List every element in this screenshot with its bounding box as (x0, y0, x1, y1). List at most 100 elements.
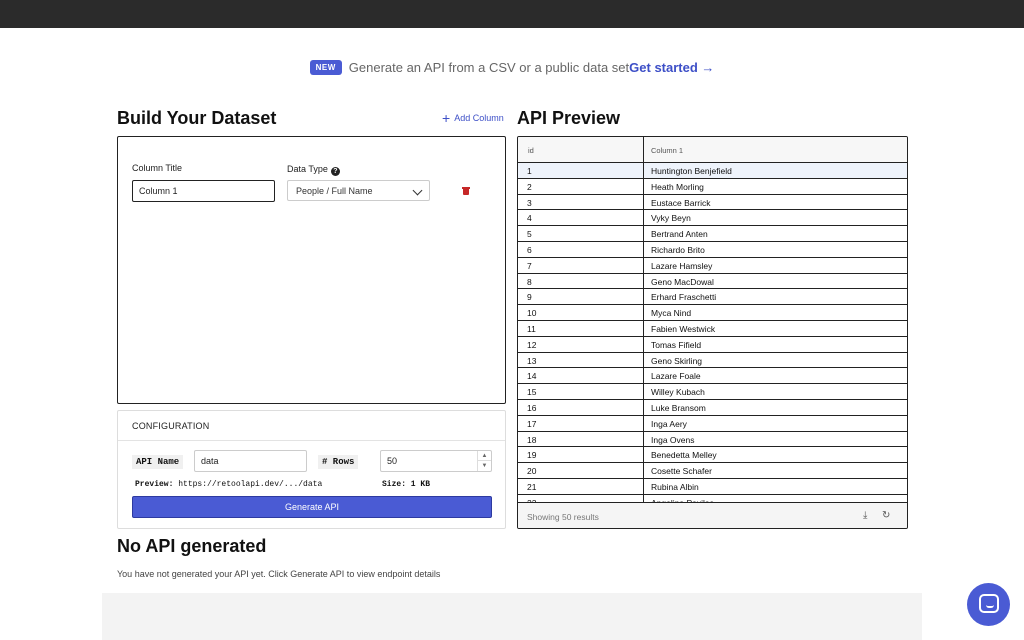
announcement-banner: NEW Generate an API from a CSV or a publ… (0, 59, 1024, 75)
table-row[interactable]: 15 Willey Kubach (518, 384, 907, 400)
table-row[interactable]: 20 Cosette Schafer (518, 463, 907, 479)
cell-column-1: Willey Kubach (651, 387, 705, 398)
cell-id: 16 (527, 402, 537, 413)
cell-id: 3 (527, 197, 532, 208)
chevron-down-icon (412, 185, 423, 196)
cell-column-1: Luke Bransom (651, 402, 706, 413)
plus-icon: + (442, 109, 451, 126)
table-row[interactable]: 17 Inga Aery (518, 416, 907, 432)
cell-id: 6 (527, 244, 532, 255)
banner-text: Generate an API from a CSV or a public d… (348, 59, 630, 75)
cell-column-1: Bertrand Anten (651, 229, 708, 240)
preview-url: https://retoolapi.dev/.../data (178, 480, 323, 489)
table-row[interactable]: 8 Geno MacDowal (518, 274, 907, 290)
data-type-value: People / Full Name (296, 185, 373, 196)
column-title-label: Column Title (132, 163, 183, 173)
endpoint-details-area (102, 593, 922, 640)
table-row[interactable]: 19 Benedetta Melley (518, 447, 907, 464)
table-row[interactable]: 5 Bertrand Anten (518, 226, 907, 242)
cell-id: 11 (527, 323, 536, 334)
new-badge: NEW (309, 59, 342, 75)
preview-label: Preview: (135, 480, 174, 489)
rows-input[interactable]: 50 ▲ ▼ (380, 450, 492, 472)
cell-column-1: Rubina Albin (651, 481, 699, 492)
table-row[interactable]: 11 Fabien Westwick (518, 321, 907, 337)
column-header-id[interactable]: id (528, 146, 534, 155)
cell-column-1: Heath Morling (651, 181, 704, 192)
api-preview-table: id Column 1 1 Huntington Benjefield 2 Heath… (517, 136, 908, 529)
status-subtitle: You have not generated your API yet. Cli… (117, 569, 441, 579)
download-icon[interactable]: ⤓ (863, 510, 867, 521)
preview-url-line: Preview: https://retoolapi.dev/.../data (135, 480, 322, 489)
cell-id: 19 (527, 450, 537, 461)
cell-id: 8 (527, 276, 532, 287)
cell-column-1: Geno Skirling (651, 355, 703, 366)
column-divider (643, 137, 644, 503)
generate-api-button[interactable]: Generate API (132, 496, 492, 518)
table-row[interactable]: 10 Myca Nind (518, 305, 907, 321)
data-type-select[interactable]: People / Full Name (287, 180, 430, 201)
cell-id: 5 (527, 229, 532, 240)
cell-column-1: Myca Nind (651, 308, 692, 319)
add-column-button[interactable]: + Add Column (442, 109, 504, 126)
add-column-label: Add Column (454, 113, 504, 123)
results-count: Showing 50 results (527, 512, 599, 522)
table-row[interactable]: 18 Inga Ovens (518, 432, 907, 448)
table-row[interactable]: 1 Huntington Benjefield (518, 163, 907, 179)
chat-launcher-button[interactable] (967, 583, 1010, 626)
delete-column-icon[interactable] (462, 186, 470, 195)
cell-column-1: Richardo Brito (651, 244, 705, 255)
cell-id: 21 (527, 481, 537, 492)
column-header-column-1[interactable]: Column 1 (651, 146, 683, 155)
table-row[interactable]: 7 Lazare Hamsley (518, 258, 907, 274)
divider (118, 440, 505, 441)
cell-column-1: Eustace Barrick (651, 197, 711, 208)
rows-label: # Rows (318, 455, 359, 469)
rows-stepper[interactable]: ▲ ▼ (477, 451, 491, 471)
api-name-input[interactable]: data (194, 450, 307, 472)
cell-column-1: Tomas Fifield (651, 339, 702, 350)
data-type-label: Data Type (287, 164, 328, 174)
size-label: Size: 1 KB (382, 480, 431, 489)
column-title-input[interactable]: Column 1 (132, 180, 275, 202)
chat-icon (979, 594, 999, 613)
cell-id: 2 (527, 181, 532, 192)
table-row[interactable]: 9 Erhard Fraschetti (518, 289, 907, 306)
help-icon[interactable]: ? (330, 167, 340, 176)
status-title: No API generated (117, 536, 267, 556)
table-row[interactable]: 2 Heath Morling (518, 179, 907, 195)
cell-id: 15 (527, 387, 537, 398)
cell-column-1: Geno MacDowal (651, 276, 714, 287)
table-row[interactable]: 13 Geno Skirling (518, 353, 907, 369)
cell-id: 9 (527, 292, 532, 303)
cell-id: 1 (527, 166, 532, 176)
table-header: id Column 1 (518, 137, 907, 163)
cell-id: 4 (527, 213, 532, 224)
cell-column-1: Inga Ovens (651, 434, 695, 445)
cell-column-1: Lazare Hamsley (651, 260, 713, 271)
cell-id: 12 (527, 339, 537, 350)
rows-value: 50 (387, 456, 398, 466)
top-bar (0, 0, 1024, 28)
table-row[interactable]: 22Angelina Pavilas (518, 495, 907, 502)
table-row[interactable]: 21 Rubina Albin (518, 479, 907, 495)
table-row[interactable]: 3 Eustace Barrick (518, 195, 907, 211)
get-started-link[interactable]: Get started → (629, 60, 714, 75)
table-row[interactable]: 4 Vyky Beyn (518, 210, 907, 227)
column-builder-panel: Column Title Column 1 Data Type? People … (117, 136, 506, 404)
table-row[interactable]: 16 Luke Bransom (518, 400, 907, 416)
cell-id: 14 (527, 371, 537, 382)
cell-id: 10 (527, 308, 537, 319)
cell-id: 13 (527, 355, 537, 366)
cell-id: 17 (527, 418, 537, 429)
cell-column-1: Lazare Foale (651, 371, 701, 382)
cell-column-1: Huntington Benjefield (651, 166, 732, 176)
cell-column-1: Erhard Fraschetti (651, 292, 717, 303)
table-body[interactable]: 1 Huntington Benjefield 2 Heath Morling 3 Eus… (518, 163, 907, 502)
table-row[interactable]: 12 Tomas Fifield (518, 337, 907, 353)
table-row[interactable]: 6 Richardo Brito (518, 242, 907, 258)
refresh-icon[interactable]: ↻ (882, 510, 890, 521)
data-type-label-wrap: Data Type? (287, 164, 340, 176)
configuration-heading: CONFIGURATION (132, 421, 210, 431)
table-row[interactable]: 14 Lazare Foale (518, 368, 907, 385)
